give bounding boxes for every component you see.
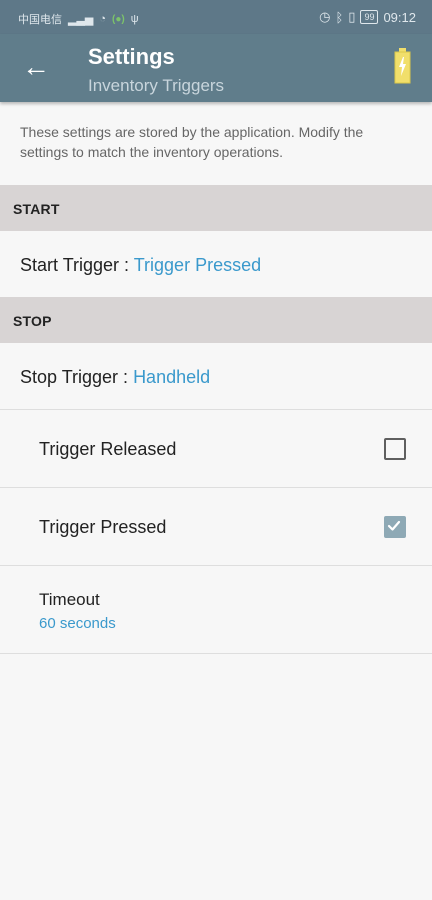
page-subtitle: Inventory Triggers [88,76,225,95]
status-bar: 中国电信 ▂▃▅ ◔ (●) ψ ◷ ᛒ ▯ 99 09:12 [0,0,432,34]
alarm-icon: ◷ [319,9,331,24]
app-bar: ← Settings Inventory Triggers [0,34,432,102]
page-title: Settings [88,44,175,69]
carrier-label: 中国电信 [18,14,62,26]
start-trigger-value: Trigger Pressed [133,255,262,275]
signal-icon: ▂▃▅ [68,13,94,26]
trigger-pressed-checkbox[interactable] [384,516,406,538]
status-right: ◷ ᛒ ▯ 99 09:12 [319,9,416,25]
battery-charging-icon [394,48,411,84]
clock: 09:12 [383,9,416,25]
wifi-icon: ◔ [99,13,107,25]
divider [0,653,432,654]
start-section-header: START [0,185,432,231]
vibrate-icon: ▯ [348,9,356,24]
status-left: 中国电信 ▂▃▅ ◔ (●) ψ [18,11,139,27]
trigger-released-checkbox[interactable] [384,438,406,460]
checkmark-icon [387,520,401,531]
trigger-pressed-label: Trigger Pressed [39,517,167,537]
start-trigger-text: Start Trigger : Trigger Pressed [20,255,261,276]
wifi-badge: (●) [112,13,125,25]
start-section-title: START [13,201,60,217]
stop-section-header: STOP [0,297,432,343]
timeout-row[interactable] [0,566,432,654]
usb-icon: ψ [130,13,139,25]
stop-trigger-label: Stop Trigger : [20,367,134,387]
back-arrow-icon[interactable]: ← [22,52,50,82]
trigger-pressed-row[interactable]: Trigger Pressed [0,488,432,565]
start-trigger-label: Start Trigger : [20,255,134,275]
stop-section-title: STOP [13,313,52,329]
settings-description: These settings are stored by the applica… [20,124,364,160]
bluetooth-icon: ᛒ [335,9,344,25]
trigger-released-row[interactable]: Trigger Released [0,410,432,487]
stop-trigger-value: Handheld [133,367,211,387]
timeout-value: 60 seconds [39,615,116,632]
trigger-released-label: Trigger Released [39,439,177,459]
battery-indicator: 99 [360,10,379,24]
start-trigger-row[interactable]: Start Trigger : Trigger Pressed [0,231,432,297]
timeout-title: Timeout [39,590,100,609]
stop-trigger-row[interactable]: Stop Trigger : Handheld [0,343,432,409]
stop-trigger-text: Stop Trigger : Handheld [20,367,210,388]
